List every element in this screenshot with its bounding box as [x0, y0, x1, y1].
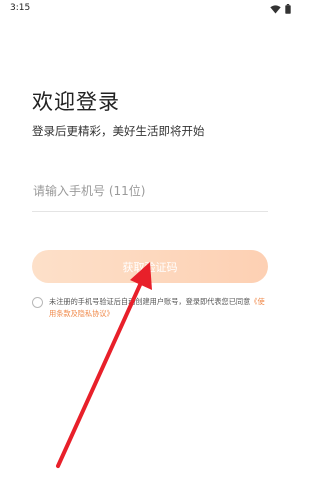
- get-code-button[interactable]: 获取验证码: [32, 250, 268, 283]
- page-subtitle: 登录后更精彩，美好生活即将开始: [32, 124, 205, 138]
- annotation-arrow: [56, 262, 152, 468]
- phone-field: [32, 176, 268, 212]
- status-icons: [270, 4, 291, 14]
- wifi-icon: [270, 4, 281, 14]
- status-time: 3:15: [10, 3, 31, 13]
- agreement-label: 未注册的手机号验证后自动创建用户账号，登录即代表您已同意: [49, 297, 251, 306]
- page-title: 欢迎登录: [32, 90, 120, 114]
- agreement-radio[interactable]: [32, 297, 43, 308]
- phone-input[interactable]: [32, 176, 268, 206]
- agreement-text: 未注册的手机号验证后自动创建用户账号，登录即代表您已同意《使用条款及隐私协议》: [49, 296, 271, 320]
- status-bar: 3:15: [0, 0, 300, 18]
- battery-icon: [285, 4, 291, 14]
